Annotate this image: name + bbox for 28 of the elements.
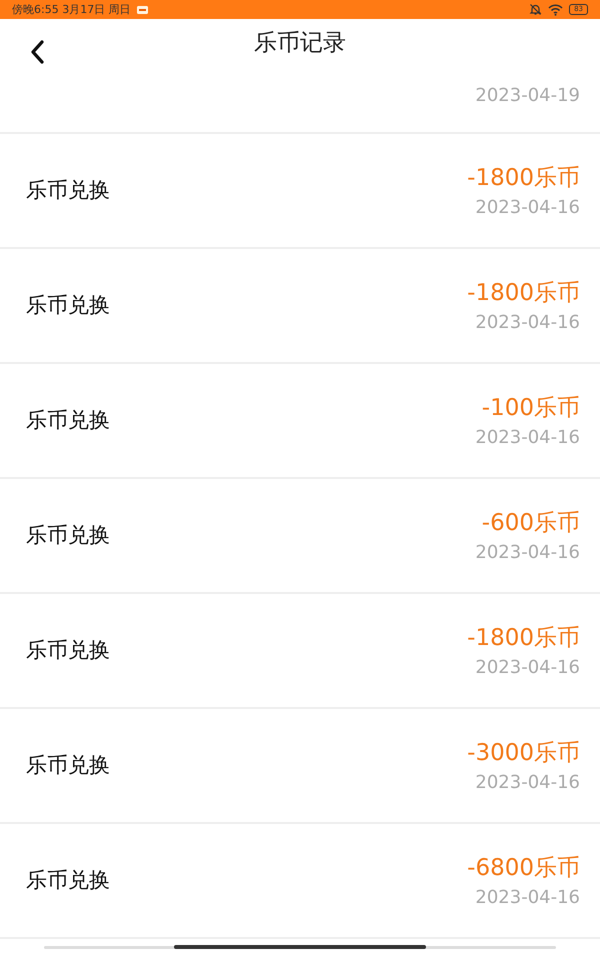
record-title: 乐币兑换 xyxy=(26,637,110,664)
record-amount: -6800乐币 xyxy=(467,854,580,884)
record-title: 乐币兑换 xyxy=(26,177,110,204)
bell-off-icon xyxy=(529,3,542,16)
record-date: 2023-04-16 xyxy=(475,657,580,678)
record-date: 2023-04-16 xyxy=(475,197,580,218)
record-title: 乐币兑换 xyxy=(26,867,110,894)
record-amount: -1800乐币 xyxy=(467,279,580,308)
record-amount: -100乐币 xyxy=(482,394,580,424)
record-date: 2023-04-16 xyxy=(475,772,580,794)
back-icon[interactable] xyxy=(30,40,44,64)
record-title: 乐币兑换 xyxy=(26,752,110,780)
wifi-icon xyxy=(548,4,564,16)
record-amount: -1800乐币 xyxy=(467,624,580,654)
record-date: 2023-04-16 xyxy=(475,887,580,908)
record-amount: -3000乐币 xyxy=(467,739,580,768)
record-title: 乐币兑换 xyxy=(26,407,110,434)
record-amount: -1800乐币 xyxy=(467,164,580,194)
record-amount: -600乐币 xyxy=(482,509,580,538)
record-date: 2023-04-19 xyxy=(475,84,580,106)
record-date: 2023-04-16 xyxy=(475,542,580,564)
record-title: 乐币兑换 xyxy=(26,522,110,550)
record-date: 2023-04-16 xyxy=(475,312,580,334)
notification-icon xyxy=(136,6,148,14)
page-title: 乐币记录 xyxy=(254,29,346,58)
record-title: 乐币兑换 xyxy=(26,292,110,320)
record-date: 2023-04-16 xyxy=(475,427,580,448)
status-time: 傍晚6:55 3月17日 周日 xyxy=(12,2,131,18)
